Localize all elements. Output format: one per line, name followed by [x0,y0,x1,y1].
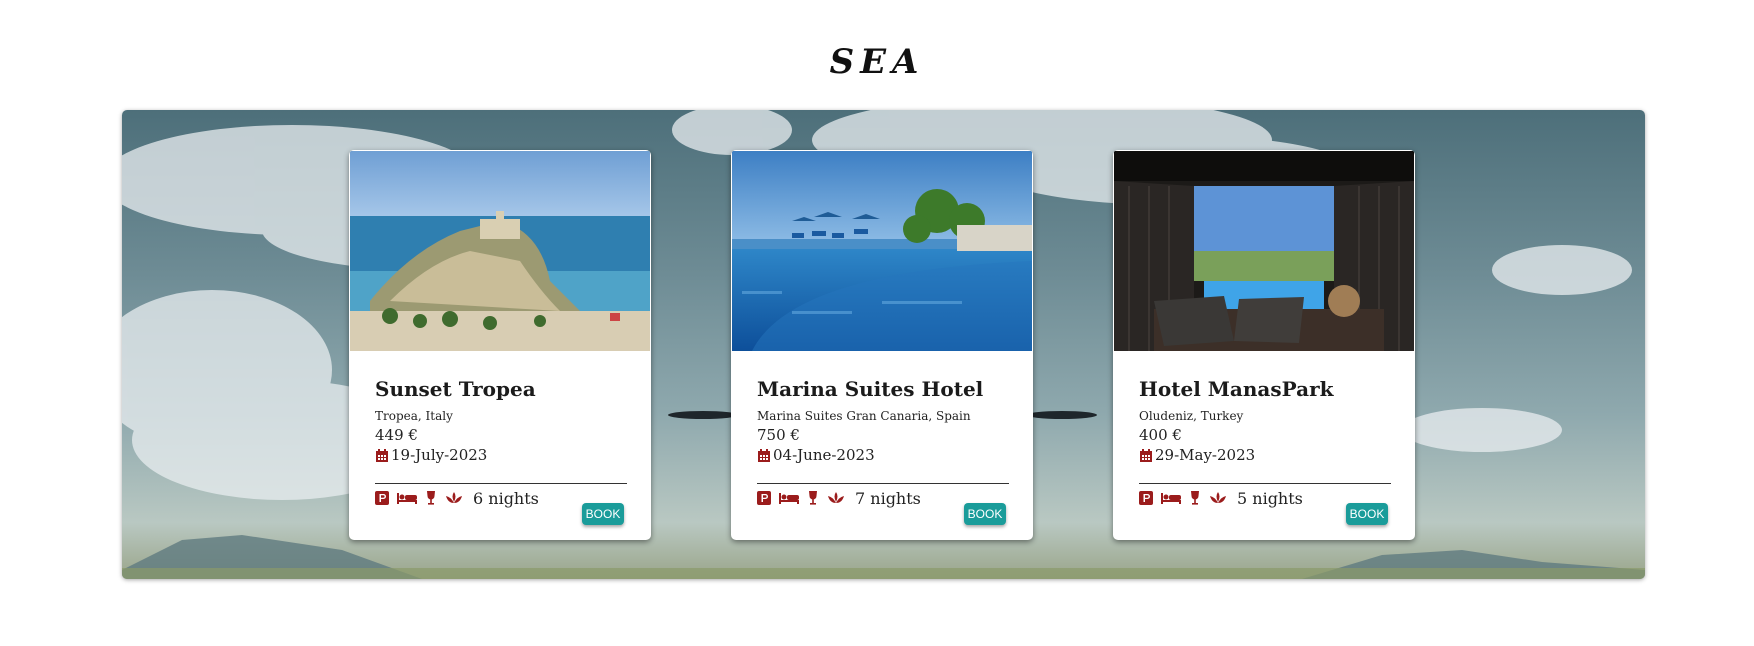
hotel-card-marina-suites: Marina Suites Hotel Marina Suites Gran C… [731,150,1033,540]
divider [375,483,627,484]
calendar-icon [376,448,388,462]
hotel-date-row: 29-May-2023 [1139,446,1255,464]
divider [757,483,1009,484]
spa-lotus-icon [828,492,844,503]
amenities-row: 6 nights [375,485,539,511]
hotel-nights: 6 nights [473,488,539,508]
calendar-icon [1140,448,1152,462]
hotel-price: 750 € [757,426,800,444]
wine-glass-icon [427,491,435,505]
hotel-card-manaspark: Hotel ManasPark Oludeniz, Turkey 400 € 2… [1113,150,1415,540]
hotel-title: Sunset Tropea [375,377,536,401]
hotel-date-row: 04-June-2023 [757,446,875,464]
airplane-wing-right [1027,411,1097,419]
bed-icon [397,493,417,504]
hotel-location: Marina Suites Gran Canaria, Spain [757,409,971,423]
airplane-wing-left [668,411,738,419]
calendar-icon [758,448,770,462]
page-title: SEA [829,42,925,82]
infinity-pool-photo [732,151,1032,351]
amenities-row: 7 nights [757,485,921,511]
divider [1139,483,1391,484]
hotel-price: 449 € [375,426,418,444]
hotel-location: Tropea, Italy [375,409,453,423]
bed-icon [1161,493,1181,504]
tropea-island-monastery-photo [350,151,650,351]
hotel-title: Hotel ManasPark [1139,377,1334,401]
hotel-date-row: 19-July-2023 [375,446,487,464]
bed-icon [779,493,799,504]
hotel-date: 19-July-2023 [391,446,488,464]
parking-icon [1139,491,1153,505]
parking-icon [375,491,389,505]
hotel-date: 29-May-2023 [1155,446,1256,464]
hotel-location: Oludeniz, Turkey [1139,409,1244,423]
amenities-row: 5 nights [1139,485,1303,511]
book-button[interactable]: BOOK [1346,503,1388,525]
hotel-date: 04-June-2023 [773,446,875,464]
hotel-nights: 7 nights [855,488,921,508]
parking-icon [757,491,771,505]
spa-lotus-icon [446,492,462,503]
wine-glass-icon [809,491,817,505]
wine-glass-icon [1191,491,1199,505]
hotel-title: Marina Suites Hotel [757,377,984,401]
hotel-price: 400 € [1139,426,1182,444]
private-pool-terrace-photo [1114,151,1414,351]
book-button[interactable]: BOOK [582,503,624,525]
hotel-card-sunset-tropea: Sunset Tropea Tropea, Italy 449 € 19-Jul… [349,150,651,540]
spa-lotus-icon [1210,492,1226,503]
hotel-nights: 5 nights [1237,488,1303,508]
book-button[interactable]: BOOK [964,503,1006,525]
